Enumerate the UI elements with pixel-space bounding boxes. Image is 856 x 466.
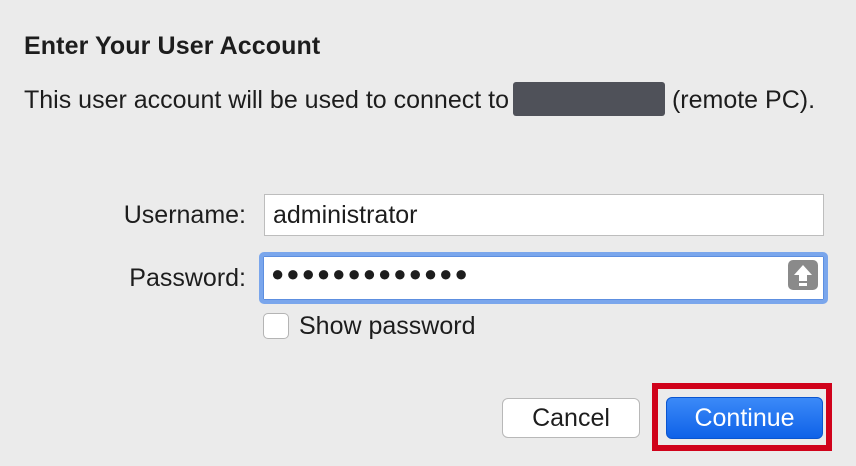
dialog-description: This user account will be used to connec… bbox=[24, 82, 834, 117]
password-label: Password: bbox=[129, 264, 246, 292]
description-prefix: This user account will be used to connec… bbox=[24, 86, 509, 114]
cancel-button[interactable]: Cancel bbox=[502, 398, 640, 438]
show-password-checkbox[interactable] bbox=[263, 313, 289, 339]
caps-lock-icon bbox=[788, 260, 818, 290]
password-field[interactable]: ●●●●●●●●●●●●● bbox=[259, 252, 828, 304]
username-field[interactable]: administrator bbox=[264, 194, 824, 236]
username-label: Username: bbox=[123, 201, 246, 229]
description-suffix: (remote PC). bbox=[671, 86, 816, 114]
show-password-label[interactable]: Show password bbox=[299, 312, 475, 341]
user-account-dialog: Enter Your User Account This user accoun… bbox=[0, 0, 856, 466]
password-masked-value: ●●●●●●●●●●●●● bbox=[271, 261, 470, 286]
dialog-title: Enter Your User Account bbox=[24, 32, 321, 60]
continue-button[interactable]: Continue bbox=[666, 397, 823, 439]
redacted-host-name bbox=[513, 82, 665, 116]
username-value: administrator bbox=[273, 201, 418, 229]
